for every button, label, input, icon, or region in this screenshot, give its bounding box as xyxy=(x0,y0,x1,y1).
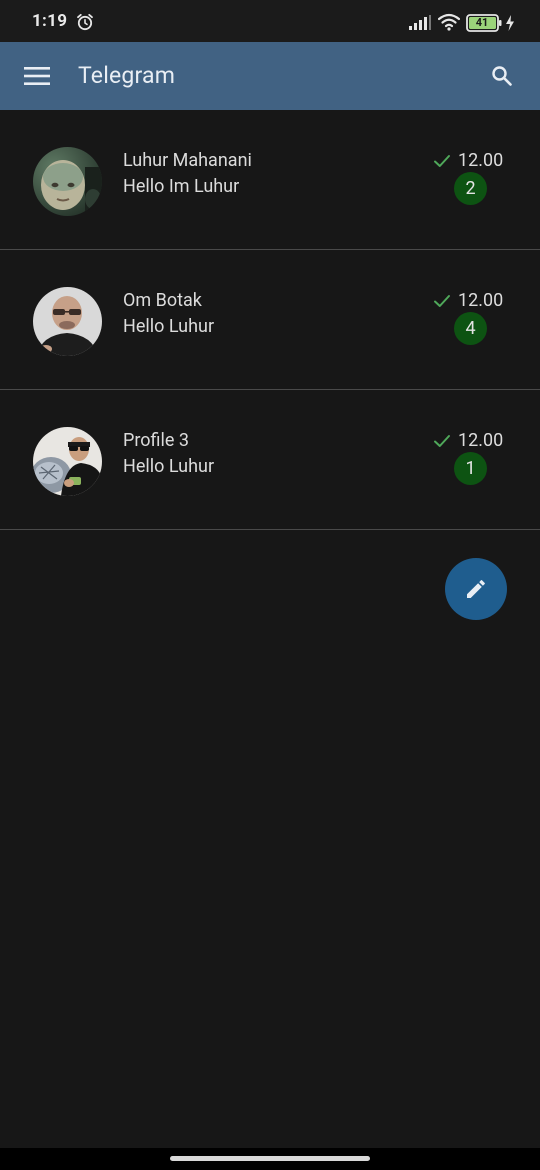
child-photo-avatar xyxy=(33,147,102,216)
chat-item[interactable]: Luhur Mahanani Hello Im Luhur 12.00 2 xyxy=(0,110,540,250)
bald-man-photo-avatar xyxy=(33,287,102,356)
chat-message: Hello Luhur xyxy=(123,316,215,337)
check-icon xyxy=(434,295,450,307)
check-icon xyxy=(434,155,450,167)
chat-item[interactable]: Om Botak Hello Luhur 12.00 4 xyxy=(0,250,540,390)
charging-bolt-icon xyxy=(506,15,514,31)
hamburger-menu-icon[interactable] xyxy=(24,64,50,88)
chat-name: Om Botak xyxy=(123,290,202,311)
avatar[interactable] xyxy=(33,287,102,356)
man-sunglasses-photo-avatar xyxy=(33,427,102,496)
wifi-icon xyxy=(438,13,460,31)
chat-name: Luhur Mahanani xyxy=(123,150,252,171)
avatar[interactable] xyxy=(33,147,102,216)
avatar[interactable] xyxy=(33,427,102,496)
search-icon[interactable] xyxy=(490,64,514,88)
chat-time: 12.00 xyxy=(458,290,504,311)
chat-time: 12.00 xyxy=(458,150,504,171)
app-title: Telegram xyxy=(78,62,176,89)
home-indicator[interactable] xyxy=(170,1156,370,1161)
chat-list: Luhur Mahanani Hello Im Luhur 12.00 2 Om… xyxy=(0,110,540,530)
unread-badge: 1 xyxy=(454,452,487,485)
chat-message: Hello Im Luhur xyxy=(123,176,240,197)
battery-level: 41 xyxy=(475,16,489,29)
unread-badge: 2 xyxy=(454,172,487,205)
chat-name: Profile 3 xyxy=(123,430,190,451)
chat-message: Hello Luhur xyxy=(123,456,215,477)
app-header: Telegram xyxy=(0,42,540,110)
alarm-icon xyxy=(77,13,93,31)
pencil-icon xyxy=(467,580,485,598)
signal-icon xyxy=(409,15,431,30)
check-icon xyxy=(434,435,450,447)
chat-time: 12.00 xyxy=(458,430,504,451)
unread-badge: 4 xyxy=(454,312,487,345)
navigation-bar xyxy=(0,1148,540,1170)
new-message-button[interactable] xyxy=(445,558,507,620)
status-time: 1:19 xyxy=(32,11,68,31)
chat-item[interactable]: Profile 3 Hello Luhur 12.00 1 xyxy=(0,390,540,530)
screen: 1:19 41 Telegram Luhur Mahanani Hello Im… xyxy=(0,0,540,1170)
status-bar: 1:19 41 xyxy=(0,0,540,42)
